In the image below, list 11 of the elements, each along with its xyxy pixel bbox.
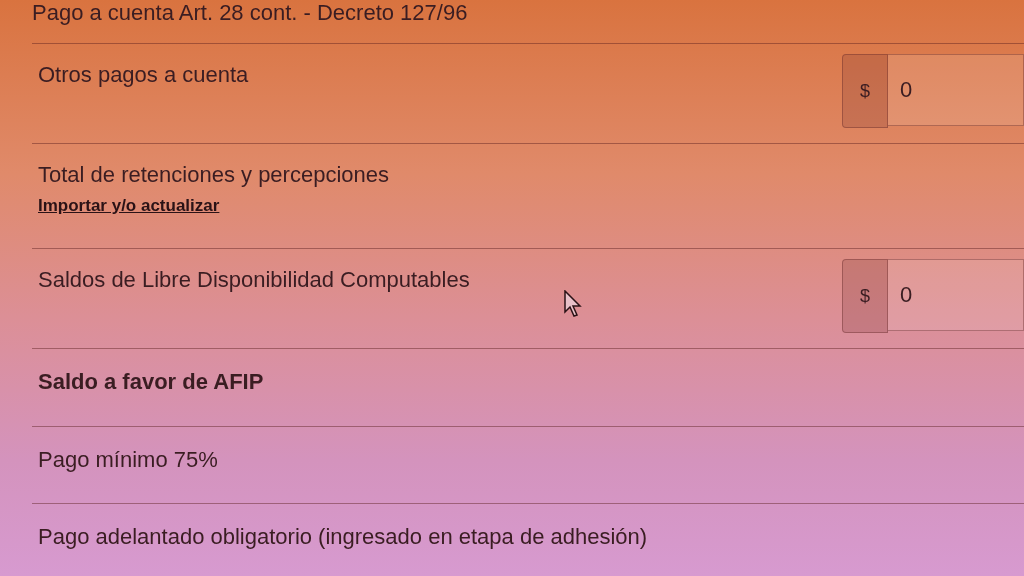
field-label: Pago adelantado obligatorio (ingresado en etapa de adhesión) — [38, 524, 648, 550]
field-label: Total de retenciones y percepciones — [38, 162, 389, 188]
section-heading: Saldo a favor de AFIP — [38, 369, 264, 395]
currency-addon: $ — [842, 259, 888, 333]
currency-addon: $ — [842, 54, 888, 128]
mouse-pointer-icon — [564, 290, 584, 318]
field-label: Pago a cuenta Art. 28 cont. - Decreto 127/96 — [32, 0, 468, 26]
import-link[interactable]: Importar y/o actualizar — [38, 196, 389, 216]
field-label: Otros pagos a cuenta — [38, 62, 249, 88]
field-label: Saldos de Libre Disponibilidad Computables — [38, 267, 470, 293]
field-label: Pago mínimo 75% — [38, 447, 218, 473]
